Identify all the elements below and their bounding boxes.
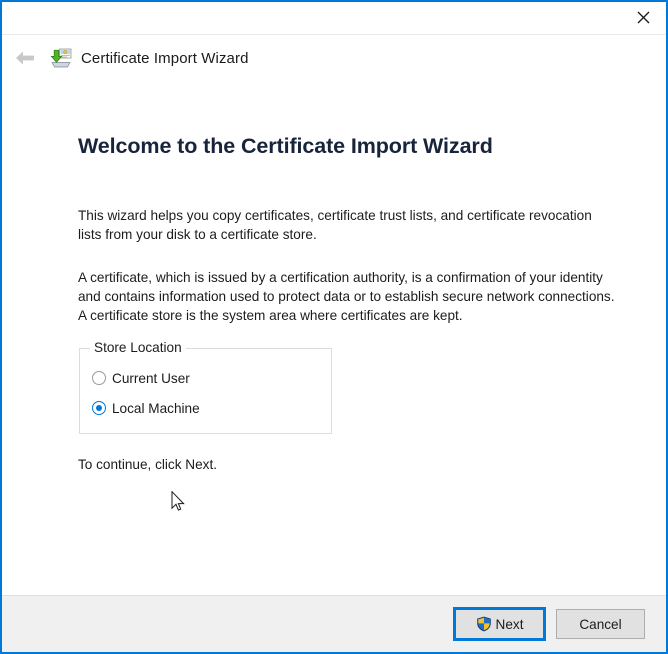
next-button-label: Next: [495, 616, 524, 632]
next-button[interactable]: Next: [453, 607, 546, 641]
certificate-import-icon: [50, 48, 72, 68]
radio-option-local-machine[interactable]: Local Machine: [92, 398, 200, 418]
radio-label-current-user: Current User: [112, 370, 190, 386]
intro-paragraph-1: This wizard helps you copy certificates,…: [78, 208, 592, 242]
wizard-title: Certificate Import Wizard: [81, 49, 249, 67]
wizard-page: Welcome to the Certificate Import Wizard…: [2, 80, 666, 595]
certificate-import-wizard-window: Certificate Import Wizard Welcome to the…: [0, 0, 668, 654]
store-location-groupbox: Store Location Current User Local Machin…: [79, 340, 332, 434]
command-area: Next Cancel: [2, 595, 666, 652]
arrow-left-icon: [16, 51, 34, 65]
mouse-cursor: [171, 491, 185, 511]
cancel-button-label: Cancel: [579, 616, 622, 632]
close-icon: [637, 11, 650, 23]
radio-button-icon-current-user[interactable]: [92, 371, 106, 385]
intro-paragraph-2: A certificate, which is issued by a cert…: [78, 270, 615, 323]
page-title: Welcome to the Certificate Import Wizard: [78, 134, 493, 158]
cancel-button[interactable]: Cancel: [556, 609, 645, 639]
radio-option-current-user[interactable]: Current User: [92, 368, 190, 388]
radio-label-local-machine: Local Machine: [112, 400, 200, 416]
close-button[interactable]: [621, 2, 666, 32]
title-bar: [2, 2, 666, 34]
store-location-legend: Store Location: [90, 340, 186, 355]
wizard-header: Certificate Import Wizard: [2, 34, 666, 81]
continue-instruction: To continue, click Next.: [78, 457, 218, 472]
uac-shield-icon: [476, 616, 491, 632]
back-button[interactable]: [4, 37, 46, 79]
radio-button-icon-local-machine[interactable]: [92, 401, 106, 415]
